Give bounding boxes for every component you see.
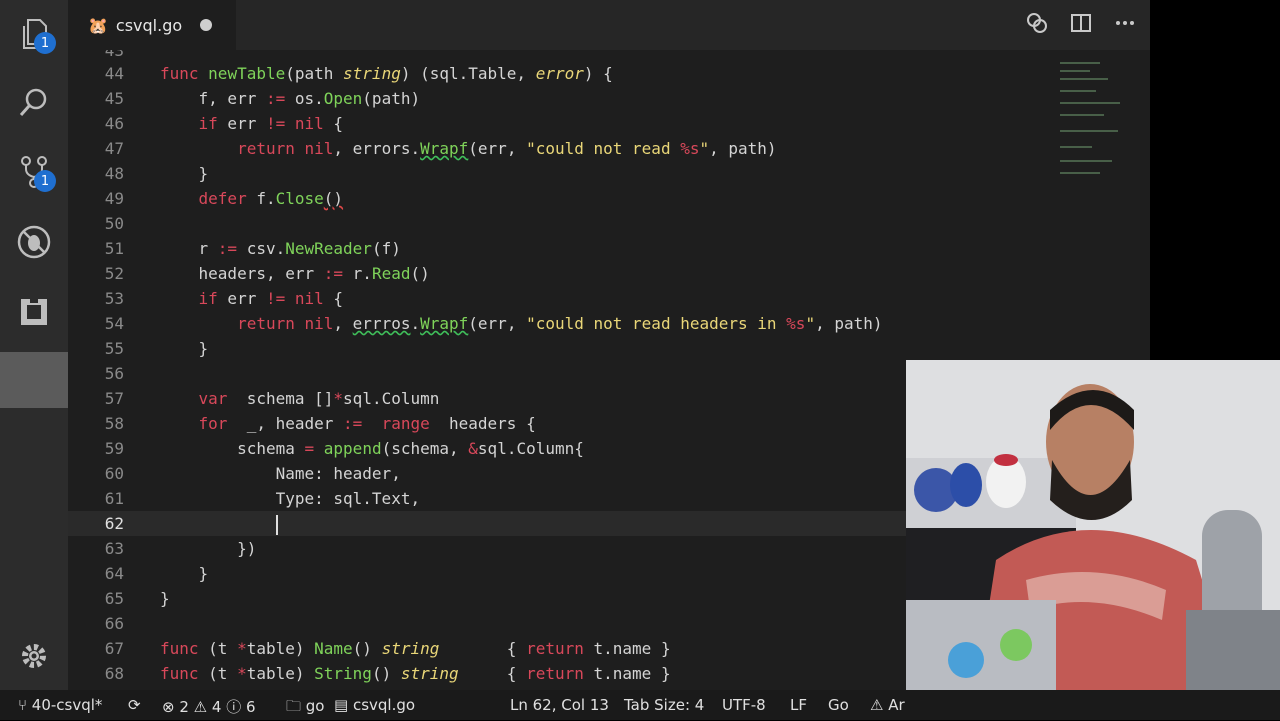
truncated-status-item[interactable]: ⚠ Ar (870, 696, 905, 714)
unsaved-dot-icon[interactable] (200, 19, 212, 31)
split-editor-icon[interactable] (1070, 12, 1092, 39)
minimap[interactable] (1056, 50, 1150, 410)
open-changes-icon[interactable] (1026, 12, 1048, 39)
status-bar: ⑂ 40-csvql* ⟳ ⊗ 2 ⚠ 4 ⓘ 6 🗀 go ▤ csvql.g… (0, 690, 1280, 720)
settings-gear-icon[interactable] (0, 628, 68, 684)
code-line: 53 if err != nil { (104, 289, 344, 308)
code-line: 54 return nil, errros.Wrapf(err, "could … (104, 314, 883, 333)
tab-csvql-go[interactable]: 🐹 csvql.go (68, 0, 236, 50)
search-icon[interactable] (0, 74, 68, 130)
code-line: 44 func newTable(path string) (sql.Table,… (104, 64, 613, 83)
project-indicator[interactable]: 🗀 go (286, 696, 324, 721)
explorer-icon[interactable]: 1 (0, 6, 68, 62)
branch-indicator[interactable]: ⑂ 40-csvql* (18, 696, 102, 714)
language-mode[interactable]: Go (828, 696, 849, 714)
problems-indicator[interactable]: ⊗ 2 ⚠ 4 ⓘ 6 (162, 696, 256, 717)
tab-bar: 🐹 csvql.go (68, 0, 1150, 50)
code-line: 49 defer f.Close() (104, 189, 344, 208)
activity-selected-slot[interactable] (0, 352, 68, 408)
debug-icon[interactable] (0, 214, 68, 270)
source-control-icon[interactable]: 1 (0, 144, 68, 200)
code-line: 46 if err != nil { (104, 114, 344, 133)
text-cursor (275, 514, 278, 535)
file-indicator[interactable]: ▤ csvql.go (334, 696, 415, 714)
explorer-badge: 1 (34, 32, 56, 54)
activity-bar: 1 1 (0, 0, 68, 690)
line-ending[interactable]: LF (790, 696, 807, 714)
go-file-icon: 🐹 (88, 15, 108, 35)
sync-icon[interactable]: ⟳ (128, 696, 141, 714)
tab-size[interactable]: Tab Size: 4 (624, 696, 704, 714)
extensions-icon[interactable] (0, 284, 68, 340)
code-line: 55 } (104, 339, 209, 358)
tab-label: csvql.go (115, 15, 183, 35)
code-line: 50 (104, 214, 124, 233)
code-line: 47 return nil, errors.Wrapf(err, "could … (104, 139, 777, 158)
code-line: 48 } (104, 164, 209, 183)
code-line: 52 headers, err := r.Read() (104, 264, 430, 283)
more-actions-icon[interactable] (1114, 12, 1136, 39)
code-line: 51 r := csv.NewReader(f) (104, 239, 401, 258)
cursor-position[interactable]: Ln 62, Col 13 (510, 696, 609, 714)
code-line: 45 f, err := os.Open(path) (104, 89, 421, 108)
webcam-overlay (906, 360, 1280, 690)
encoding[interactable]: UTF-8 (722, 696, 766, 714)
scm-badge: 1 (34, 170, 56, 192)
